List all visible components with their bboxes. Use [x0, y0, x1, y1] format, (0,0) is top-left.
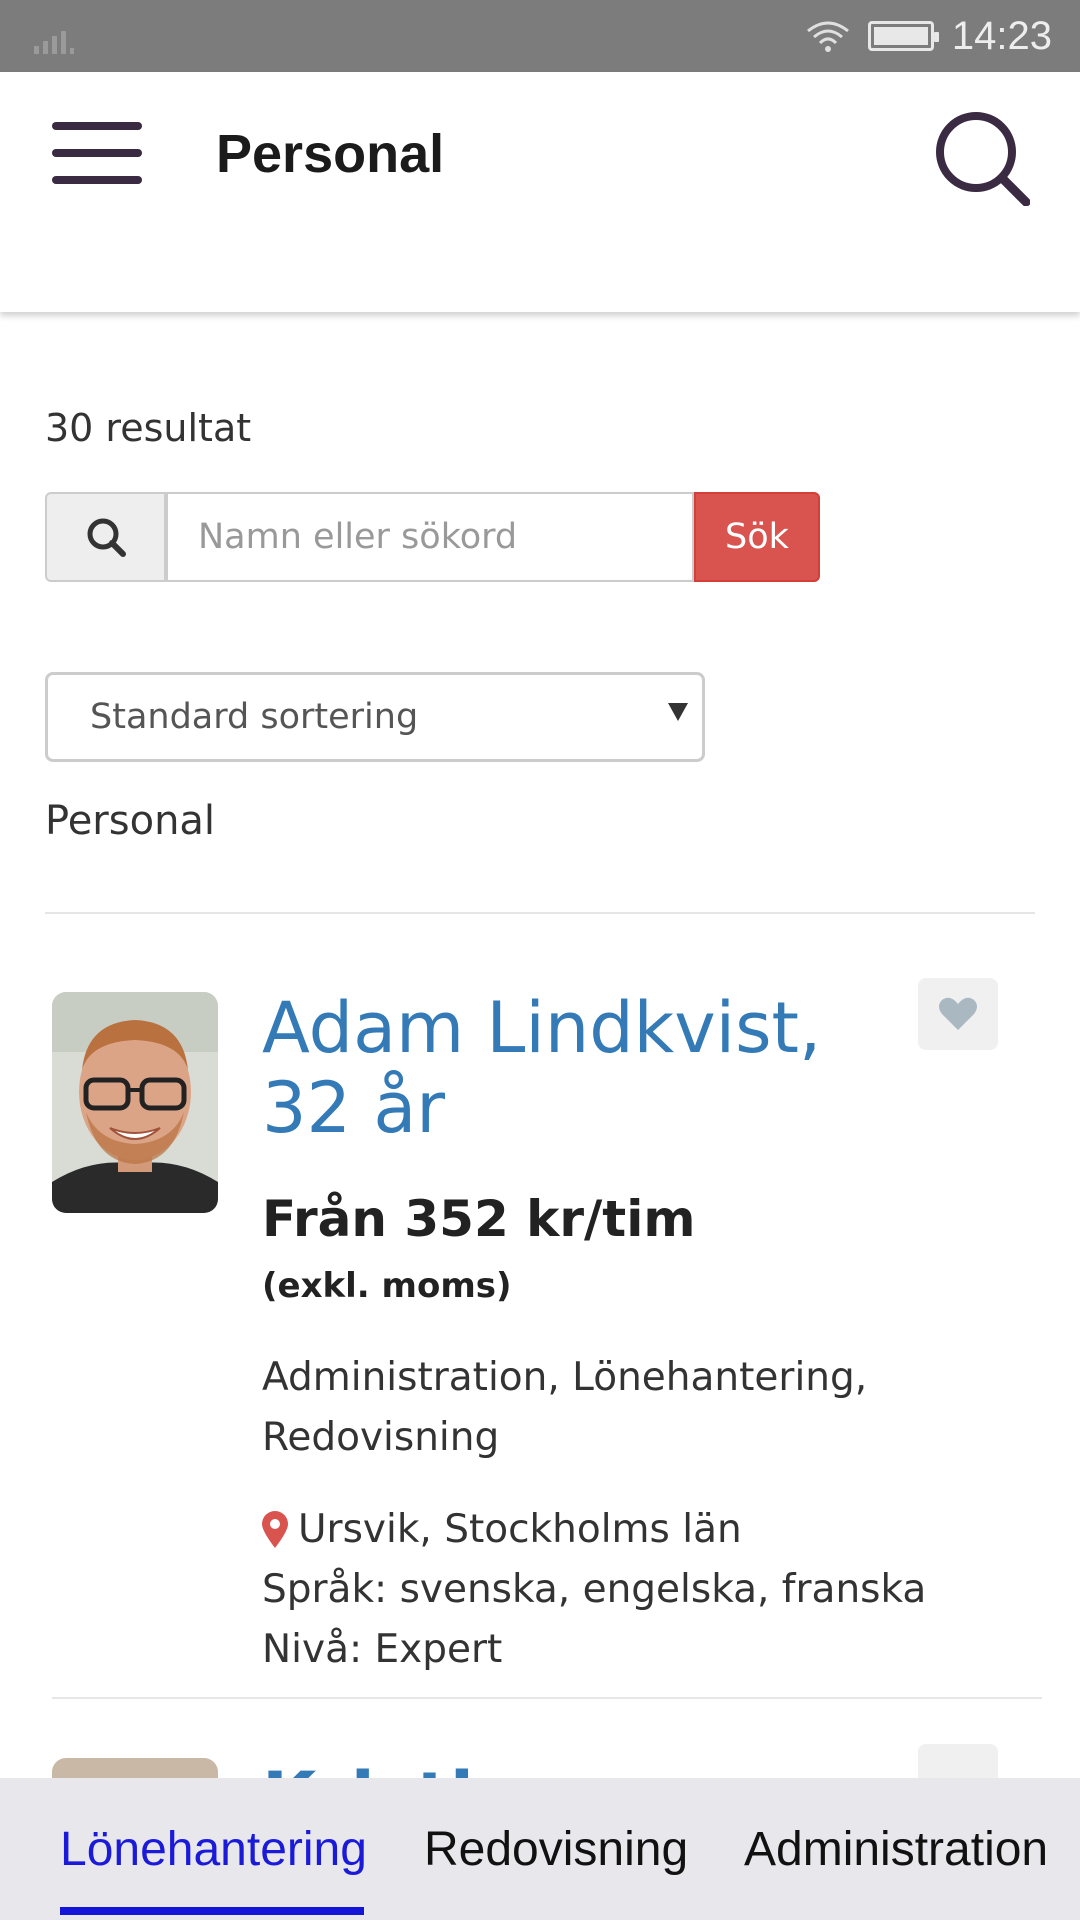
- tab-redovisning[interactable]: Redovisning: [424, 1778, 688, 1920]
- search-input[interactable]: [166, 492, 694, 582]
- results-count: 30 resultat: [45, 406, 252, 450]
- tab-bar: Lönehantering Redovisning Administration: [0, 1778, 1080, 1920]
- location-text: Ursvik, Stockholms län: [298, 1507, 742, 1552]
- search-icon[interactable]: [934, 110, 1030, 206]
- battery-icon: [867, 21, 939, 51]
- location: Ursvik, Stockholms län: [262, 1500, 742, 1560]
- tab-lonehantering[interactable]: Lönehantering: [60, 1778, 367, 1920]
- person-name-link[interactable]: Adam Lindkvist, 32 år: [262, 988, 922, 1148]
- search-button[interactable]: Sök: [694, 492, 820, 582]
- favorite-button[interactable]: [918, 978, 998, 1050]
- vat-note: (exkl. moms): [262, 1266, 512, 1306]
- status-bar: 14:23: [0, 0, 1080, 72]
- page-title: Personal: [216, 124, 445, 184]
- map-pin-icon: [262, 1511, 288, 1548]
- level: Nivå: Expert: [262, 1627, 503, 1672]
- menu-icon[interactable]: [52, 122, 142, 184]
- divider: [45, 912, 1035, 914]
- price: Från 352 kr/tim: [262, 1190, 696, 1248]
- wifi-icon: [806, 21, 849, 52]
- tab-administration[interactable]: Administration: [744, 1778, 1048, 1920]
- active-tab-indicator: [60, 1907, 364, 1915]
- sort-select[interactable]: Standard sortering: [45, 672, 705, 762]
- avatar[interactable]: [52, 992, 218, 1213]
- search-bar: Sök: [45, 492, 820, 582]
- signal-icon: [34, 31, 74, 54]
- skills: Administration, Lönehantering, Redovisni…: [262, 1355, 868, 1460]
- languages: Språk: svenska, engelska, franska: [262, 1567, 927, 1612]
- divider: [52, 1697, 1042, 1699]
- sort-select-value: Standard sortering: [90, 697, 419, 737]
- section-label: Personal: [45, 798, 216, 844]
- status-time: 14:23: [951, 13, 1052, 58]
- app-bar: [0, 72, 1080, 312]
- dropdown-arrow-icon: [668, 703, 688, 721]
- search-icon: [87, 518, 126, 557]
- heart-icon: [939, 997, 977, 1030]
- search-addon[interactable]: [45, 492, 166, 582]
